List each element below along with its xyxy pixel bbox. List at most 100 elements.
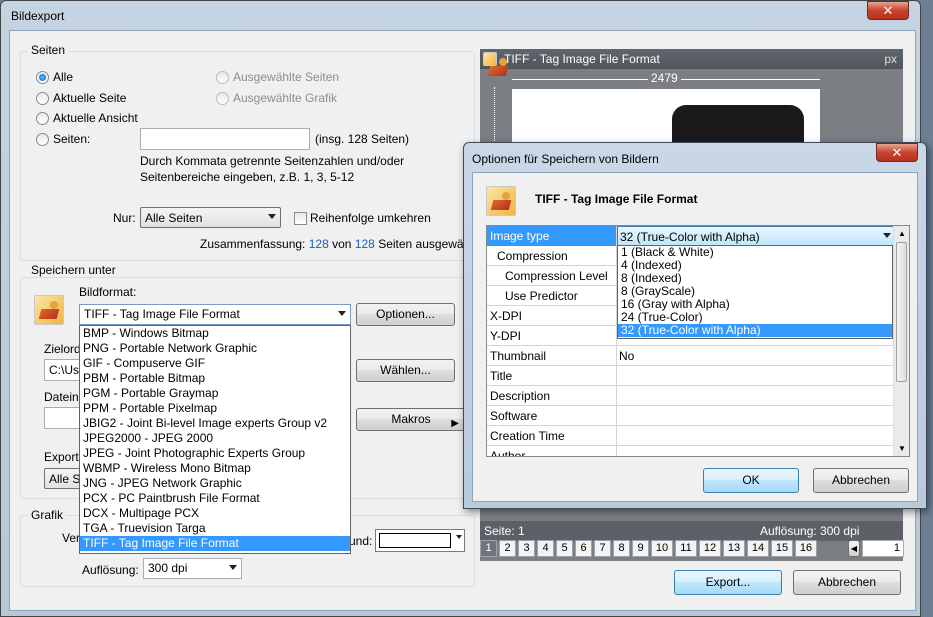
radio-all[interactable]: [36, 71, 49, 84]
page-tab[interactable]: 1: [480, 540, 497, 557]
property-name: Thumbnail: [487, 346, 617, 366]
window-titlebar[interactable]: Bildexport ✕: [1, 1, 920, 31]
close-icon[interactable]: ✕: [876, 143, 918, 162]
scroll-left-icon[interactable]: ◀: [848, 540, 860, 557]
property-row[interactable]: Software: [487, 406, 895, 426]
property-row[interactable]: Creation Time: [487, 426, 895, 446]
page-tab[interactable]: 4: [537, 540, 554, 557]
radio-selected-pages[interactable]: [216, 71, 229, 84]
page-tab[interactable]: 12: [699, 540, 721, 557]
format-option[interactable]: GIF - Compuserve GIF: [80, 356, 350, 371]
format-option[interactable]: JPEG - Joint Photographic Experts Group: [80, 446, 350, 461]
scrollbar-thumb[interactable]: [896, 242, 907, 382]
page-tab[interactable]: 11: [675, 540, 697, 557]
format-option[interactable]: DCX - Multipage PCX: [80, 506, 350, 521]
chevron-down-icon: [229, 565, 237, 570]
page-tab[interactable]: 15: [771, 540, 793, 557]
page-tab[interactable]: 2: [499, 540, 516, 557]
image-format-icon: [486, 186, 516, 216]
image-type-option[interactable]: 32 (True-Color with Alpha): [618, 324, 892, 337]
property-value[interactable]: [617, 366, 895, 386]
reverse-label: Reihenfolge umkehren: [310, 211, 431, 225]
options-cancel-button[interactable]: Abbrechen: [813, 468, 909, 493]
ok-button[interactable]: OK: [703, 468, 799, 493]
triangle-right-icon: ▶: [451, 418, 459, 429]
cancel-button[interactable]: Abbrechen: [793, 570, 901, 595]
pages-input[interactable]: [140, 128, 310, 150]
export-button[interactable]: Export...: [674, 570, 782, 595]
preview-title: TIFF - Tag Image File Format: [504, 52, 660, 66]
page-tab[interactable]: 5: [556, 540, 573, 557]
target-folder-input[interactable]: C:\Us: [44, 359, 84, 381]
radio-current-view[interactable]: [36, 112, 49, 125]
page-tab[interactable]: 6: [575, 540, 592, 557]
page-input[interactable]: 1: [862, 540, 904, 557]
filename-input[interactable]: [44, 407, 84, 429]
color-swatch: [379, 533, 451, 548]
options-dialog-client: TIFF - Tag Image File Format Image type 3…: [472, 172, 918, 502]
scroll-down-icon[interactable]: ▼: [898, 444, 906, 453]
format-option[interactable]: PBM - Portable Bitmap: [80, 371, 350, 386]
format-option[interactable]: PPM - Portable Pixelmap: [80, 401, 350, 416]
page-tab[interactable]: 7: [594, 540, 611, 557]
choose-button[interactable]: Wählen...: [356, 359, 455, 382]
page-tab[interactable]: 8: [613, 540, 630, 557]
format-label: Bildformat:: [79, 285, 137, 299]
property-row[interactable]: Description: [487, 386, 895, 406]
property-value[interactable]: [617, 406, 895, 426]
radio-current-page[interactable]: [36, 92, 49, 105]
format-option[interactable]: WBMP - Wireless Mono Bitmap: [80, 461, 350, 476]
property-row[interactable]: Title: [487, 366, 895, 386]
radio-selected-graphic[interactable]: [216, 92, 229, 105]
format-dropdown-list[interactable]: BMP - Windows Bitmap PNG - Portable Netwo…: [79, 325, 351, 554]
property-name: Image type: [487, 226, 617, 246]
format-option[interactable]: PCX - PC Paintbrush File Format: [80, 491, 350, 506]
scroll-up-icon[interactable]: ▲: [898, 229, 906, 238]
preview-titlebar: TIFF - Tag Image File Format px: [480, 49, 903, 69]
image-type-dropdown-list[interactable]: 1 (Black & White) 4 (Indexed) 8 (Indexed) 8…: [617, 245, 893, 339]
unit-label: px: [884, 52, 897, 66]
page-tab[interactable]: 3: [518, 540, 535, 557]
format-option[interactable]: JNG - JPEG Network Graphic: [80, 476, 350, 491]
format-option[interactable]: BMP - Windows Bitmap: [80, 326, 350, 341]
property-value[interactable]: No: [617, 346, 895, 366]
radio-all-label: Alle: [53, 70, 74, 84]
page-tab[interactable]: 10: [651, 540, 673, 557]
only-combo[interactable]: Alle Seiten: [140, 207, 281, 228]
property-row[interactable]: Author: [487, 446, 895, 456]
format-option[interactable]: TGA - Truevision Targa: [80, 521, 350, 536]
format-combo[interactable]: TIFF - Tag Image File Format: [79, 304, 351, 325]
background-color-picker[interactable]: [375, 529, 465, 552]
resolution-combo[interactable]: 300 dpi: [143, 558, 242, 579]
format-option[interactable]: JPEG2000 - JPEG 2000: [80, 431, 350, 446]
scrollbar[interactable]: ▲ ▼: [893, 226, 909, 456]
macros-button[interactable]: Makros ▶: [356, 408, 466, 431]
summary-count: 128: [308, 237, 329, 251]
summary-mid: von: [332, 237, 352, 251]
chevron-down-icon: [456, 535, 462, 539]
tiff-icon: [483, 52, 507, 66]
close-icon[interactable]: ✕: [867, 1, 909, 20]
page-tab[interactable]: 14: [747, 540, 769, 557]
radio-current-view-label: Aktuelle Ansicht: [53, 111, 138, 125]
page-tab[interactable]: 13: [723, 540, 745, 557]
radio-pages[interactable]: [36, 133, 49, 146]
property-row[interactable]: Thumbnail No: [487, 346, 895, 366]
property-value[interactable]: 32 (True-Color with Alpha): [617, 226, 895, 246]
property-name: Software: [487, 406, 617, 426]
property-name: Compression Level: [487, 266, 617, 286]
property-row[interactable]: Image type 32 (True-Color with Alpha): [487, 226, 895, 246]
reverse-checkbox[interactable]: [294, 212, 307, 225]
format-option[interactable]: TIFF - Tag Image File Format: [80, 536, 350, 551]
format-option[interactable]: JBIG2 - Joint Bi-level Image experts Gro…: [80, 416, 350, 431]
export-combo[interactable]: Alle Se: [44, 468, 84, 489]
format-option[interactable]: PNG - Portable Network Graphic: [80, 341, 350, 356]
page-tab[interactable]: 9: [632, 540, 649, 557]
format-option[interactable]: PGM - Portable Graymap: [80, 386, 350, 401]
page-status: Seite: 1: [484, 524, 525, 538]
property-value[interactable]: [617, 386, 895, 406]
property-value[interactable]: [617, 426, 895, 446]
property-value[interactable]: [617, 446, 895, 456]
page-tab[interactable]: 16: [795, 540, 817, 557]
options-button[interactable]: Optionen...: [356, 303, 455, 326]
